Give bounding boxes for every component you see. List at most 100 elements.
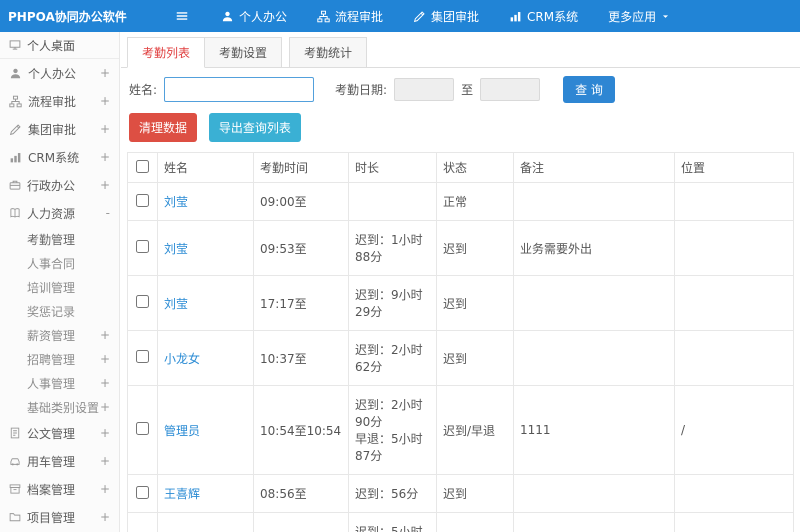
row-checkbox[interactable] bbox=[136, 350, 149, 363]
employee-name-link[interactable]: 刘莹 bbox=[164, 195, 188, 209]
sidebar-item-archive-management[interactable]: 档案管理 + bbox=[0, 475, 119, 503]
row-checkbox[interactable] bbox=[136, 193, 149, 207]
sidebar-subitem-label: 人事管理 bbox=[27, 376, 76, 391]
sidebar-item-label: 公文管理 bbox=[27, 426, 76, 441]
employee-name-link[interactable]: 小龙女 bbox=[164, 352, 200, 366]
status-cell: 迟到/早退 bbox=[436, 512, 514, 532]
clear-data-button[interactable]: 清理数据 bbox=[129, 113, 198, 142]
row-checkbox[interactable] bbox=[136, 295, 149, 308]
row-checkbox[interactable] bbox=[136, 422, 149, 435]
name-cell: 刘莹 bbox=[157, 275, 254, 331]
expand-toggle-icon[interactable]: - bbox=[106, 206, 110, 220]
date-to-input[interactable] bbox=[480, 78, 541, 101]
edit-icon bbox=[413, 10, 426, 23]
expand-toggle-icon[interactable]: + bbox=[100, 178, 110, 192]
nav-item-workflow-approval[interactable]: 流程审批 bbox=[302, 0, 398, 32]
sidebar-item-crm-system[interactable]: CRM系统 + bbox=[0, 143, 119, 171]
employee-name-link[interactable]: 王喜辉 bbox=[164, 487, 200, 501]
sidebar-subitem-attendance-management[interactable]: 考勤管理 bbox=[0, 227, 119, 251]
archive-icon bbox=[9, 483, 21, 495]
sidebar-subitem-recruitment-management[interactable]: 招聘管理 + bbox=[0, 347, 119, 371]
expand-toggle-icon[interactable]: + bbox=[100, 376, 110, 390]
expand-toggle-icon[interactable]: + bbox=[100, 482, 110, 496]
caret-down-icon bbox=[661, 12, 670, 21]
search-button[interactable]: 查 询 bbox=[563, 76, 615, 103]
expand-toggle-icon[interactable]: + bbox=[100, 352, 110, 366]
tab-attendance-stats[interactable]: 考勤统计 bbox=[289, 37, 368, 68]
time-cell: 10:54至10:54 bbox=[253, 385, 349, 475]
row-checkbox-cell bbox=[127, 474, 158, 513]
duration-cell: 迟到：2小时62分 bbox=[348, 330, 437, 386]
employee-name-link[interactable]: 刘莹 bbox=[164, 297, 188, 311]
sidebar-item-workflow-approval[interactable]: 流程审批 + bbox=[0, 87, 119, 115]
attendance-table-body: 刘莹 09:00至 正常 刘莹 09:53至 迟到：1小时88分 迟到 业务需要外出 刘莹 17:… bbox=[127, 182, 794, 532]
expand-toggle-icon[interactable]: + bbox=[100, 328, 110, 342]
chart-icon bbox=[509, 10, 522, 23]
expand-toggle-icon[interactable]: + bbox=[100, 150, 110, 164]
table-row: 管理员 10:54至10:54 迟到：2小时90分 早退：5小时87分 迟到/早退 11… bbox=[127, 385, 794, 475]
nav-item-label: 更多应用 bbox=[608, 9, 657, 24]
sidebar-subitem-reward-punishment[interactable]: 奖惩记录 bbox=[0, 299, 119, 323]
sidebar-item-human-resources[interactable]: 人力资源 - bbox=[0, 199, 119, 227]
time-cell: 17:17至 bbox=[253, 275, 349, 331]
sidebar-item-label: 集团审批 bbox=[28, 122, 77, 137]
nav-item-personal-office[interactable]: 个人办公 bbox=[206, 0, 302, 32]
expand-toggle-icon[interactable]: + bbox=[100, 66, 110, 80]
action-bar: 清理数据 导出查询列表 bbox=[121, 110, 800, 151]
select-all-checkbox[interactable] bbox=[136, 159, 149, 173]
sidebar-item-label: 项目管理 bbox=[27, 510, 76, 525]
sidebar-item-project-management[interactable]: 项目管理 + bbox=[0, 503, 119, 531]
sidebar-item-personal-office[interactable]: 个人办公 + bbox=[0, 59, 119, 87]
sidebar-item-admin-office[interactable]: 行政办公 + bbox=[0, 171, 119, 199]
expand-toggle-icon[interactable]: + bbox=[100, 510, 110, 524]
expand-toggle-icon[interactable]: + bbox=[100, 454, 110, 468]
note-cell bbox=[513, 474, 675, 513]
time-cell: 13:20至13:20 bbox=[253, 512, 349, 532]
location-cell bbox=[674, 182, 794, 221]
sidebar-subitem-personnel-contract[interactable]: 人事合同 bbox=[0, 251, 119, 275]
sidebar-toggle-button[interactable] bbox=[170, 0, 194, 32]
sidebar-subitem-base-category-settings[interactable]: 基础类别设置 + bbox=[0, 395, 119, 419]
sidebar-item-label: 流程审批 bbox=[28, 94, 77, 109]
duration-cell: 迟到：2小时90分 早退：5小时87分 bbox=[348, 385, 437, 475]
expand-toggle-icon[interactable]: + bbox=[100, 426, 110, 440]
tab-attendance-settings[interactable]: 考勤设置 bbox=[205, 37, 283, 68]
row-checkbox[interactable] bbox=[136, 240, 149, 253]
top-navbar: PHPOA协同办公软件 个人办公 流程审批 集团审批 CRM系统 更多应用 bbox=[0, 0, 800, 32]
time-cell: 09:53至 bbox=[253, 220, 349, 276]
nav-item-crm-system[interactable]: CRM系统 bbox=[494, 0, 593, 32]
col-location: 位置 bbox=[674, 152, 794, 183]
nav-item-more-apps[interactable]: 更多应用 bbox=[593, 0, 685, 32]
date-from-input[interactable] bbox=[394, 78, 455, 101]
col-duration: 时长 bbox=[348, 152, 437, 183]
sidebar-subitem-personnel-management[interactable]: 人事管理 + bbox=[0, 371, 119, 395]
expand-toggle-icon[interactable]: + bbox=[100, 122, 110, 136]
name-cell: 刘莹 bbox=[157, 220, 254, 276]
sidebar-menu: 个人办公 + 流程审批 + 集团审批 + CRM系统 + 行政办公 + 人力资源 - 考勤管理 人事合同培… bbox=[0, 59, 119, 531]
sidebar-subitem-training-management[interactable]: 培训管理 bbox=[0, 275, 119, 299]
tab-bar: 考勤列表 考勤设置 考勤统计 bbox=[121, 32, 800, 68]
name-filter-input[interactable] bbox=[164, 77, 315, 102]
col-note: 备注 bbox=[513, 152, 675, 183]
sidebar-item-document-management[interactable]: 公文管理 + bbox=[0, 419, 119, 447]
brand-logo[interactable]: PHPOA协同办公软件 bbox=[0, 8, 127, 25]
sidebar-item-personal-desktop[interactable]: 个人桌面 bbox=[0, 32, 119, 59]
export-list-button[interactable]: 导出查询列表 bbox=[208, 113, 301, 142]
nav-item-group-approval[interactable]: 集团审批 bbox=[398, 0, 494, 32]
note-cell: 业务需要外出 bbox=[513, 220, 675, 276]
employee-name-link[interactable]: 管理员 bbox=[164, 424, 200, 438]
time-cell: 09:00至 bbox=[253, 182, 349, 221]
expand-toggle-icon[interactable]: + bbox=[100, 94, 110, 108]
sidebar-item-group-approval[interactable]: 集团审批 + bbox=[0, 115, 119, 143]
sidebar-subitem-salary-management[interactable]: 薪资管理 + bbox=[0, 323, 119, 347]
status-cell: 迟到/早退 bbox=[436, 385, 514, 475]
duration-cell: 迟到：5小时33分 早退：4小时67分 bbox=[348, 512, 437, 532]
tab-attendance-list[interactable]: 考勤列表 bbox=[127, 37, 206, 68]
expand-toggle-icon[interactable]: + bbox=[100, 400, 110, 414]
select-all-cell bbox=[127, 152, 158, 183]
sidebar-subitem-label: 人事合同 bbox=[27, 256, 76, 271]
sidebar-item-vehicle-management[interactable]: 用车管理 + bbox=[0, 447, 119, 475]
row-checkbox[interactable] bbox=[136, 485, 149, 499]
employee-name-link[interactable]: 刘莹 bbox=[164, 242, 188, 256]
sidebar: 个人桌面 个人办公 + 流程审批 + 集团审批 + CRM系统 + 行政办公 + 人力资源 - 考勤管理… bbox=[0, 32, 120, 532]
